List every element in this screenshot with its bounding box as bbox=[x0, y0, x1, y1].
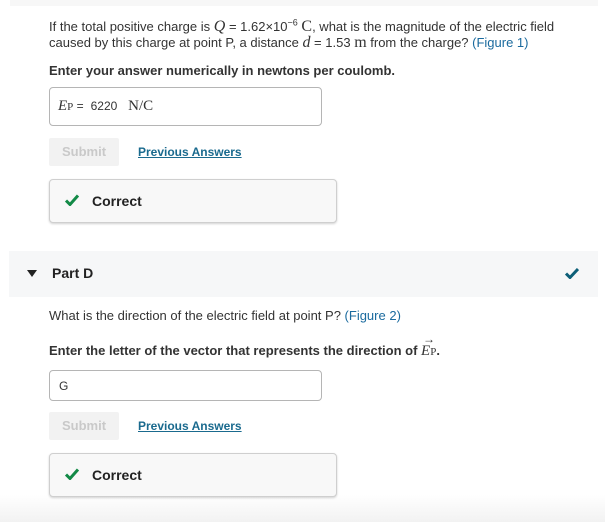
answer-unit: N/C bbox=[128, 98, 154, 114]
vector-symbol: → EP bbox=[421, 332, 437, 360]
part-c-instruction: Enter your answer numerically in newtons… bbox=[49, 63, 396, 78]
part-c-submit-button[interactable]: Submit bbox=[49, 138, 119, 166]
distance-value: 1.53 bbox=[325, 35, 355, 50]
charge-symbol: Q bbox=[213, 18, 226, 35]
part-c-previous-answers-link[interactable]: Previous Answers bbox=[138, 145, 242, 159]
caret-down-icon[interactable] bbox=[27, 270, 37, 277]
previous-part-footer bbox=[10, 0, 598, 6]
field-subscript: P bbox=[430, 346, 437, 358]
part-d-feedback: Correct bbox=[49, 453, 337, 497]
figure-2-link[interactable]: (Figure 2) bbox=[345, 308, 401, 323]
charge-value: 1.62×10 bbox=[240, 19, 288, 34]
figure-1-link[interactable]: (Figure 1) bbox=[472, 35, 528, 50]
instruction-period: . bbox=[436, 343, 440, 358]
equals-sign: = bbox=[310, 35, 326, 50]
answer-value[interactable]: G bbox=[59, 379, 68, 393]
equals-sign: = bbox=[73, 99, 87, 113]
part-d-title: Part D bbox=[52, 265, 94, 281]
part-d-submit-button[interactable]: Submit bbox=[49, 412, 119, 440]
completed-check-icon bbox=[565, 268, 579, 279]
check-icon bbox=[65, 468, 79, 480]
part-c-feedback: Correct bbox=[49, 179, 337, 223]
charge-exponent: −6 bbox=[287, 17, 298, 28]
question-text: What is the direction of the electric fi… bbox=[49, 308, 345, 323]
answer-value[interactable]: 6220 bbox=[91, 99, 118, 113]
vector-arrow-icon: → bbox=[423, 332, 436, 346]
part-c-question: If the total positive charge is Q = 1.62… bbox=[49, 17, 589, 51]
part-d-previous-answers-link[interactable]: Previous Answers bbox=[138, 419, 242, 433]
charge-unit: C bbox=[301, 18, 313, 35]
check-icon bbox=[65, 194, 79, 206]
part-d-answer-input[interactable]: G bbox=[49, 370, 322, 401]
instruction-text: Enter the letter of the vector that repr… bbox=[49, 343, 422, 358]
question-text: If the total positive charge is bbox=[49, 19, 214, 34]
part-d-question: What is the direction of the electric fi… bbox=[49, 308, 401, 323]
answer-expression: EP = 6220 N/C bbox=[58, 98, 153, 115]
distance-unit: m bbox=[354, 34, 367, 51]
part-d-header[interactable]: Part D bbox=[9, 251, 598, 297]
question-text: from the charge? bbox=[366, 35, 473, 50]
feedback-label: Correct bbox=[92, 193, 142, 209]
part-c-answer-input[interactable]: EP = 6220 N/C bbox=[49, 87, 322, 126]
part-d-instruction: Enter the letter of the vector that repr… bbox=[49, 332, 440, 360]
equals-sign: = bbox=[225, 19, 241, 34]
field-symbol: E bbox=[58, 98, 68, 114]
bottom-fade bbox=[0, 495, 605, 522]
feedback-label: Correct bbox=[92, 467, 142, 483]
